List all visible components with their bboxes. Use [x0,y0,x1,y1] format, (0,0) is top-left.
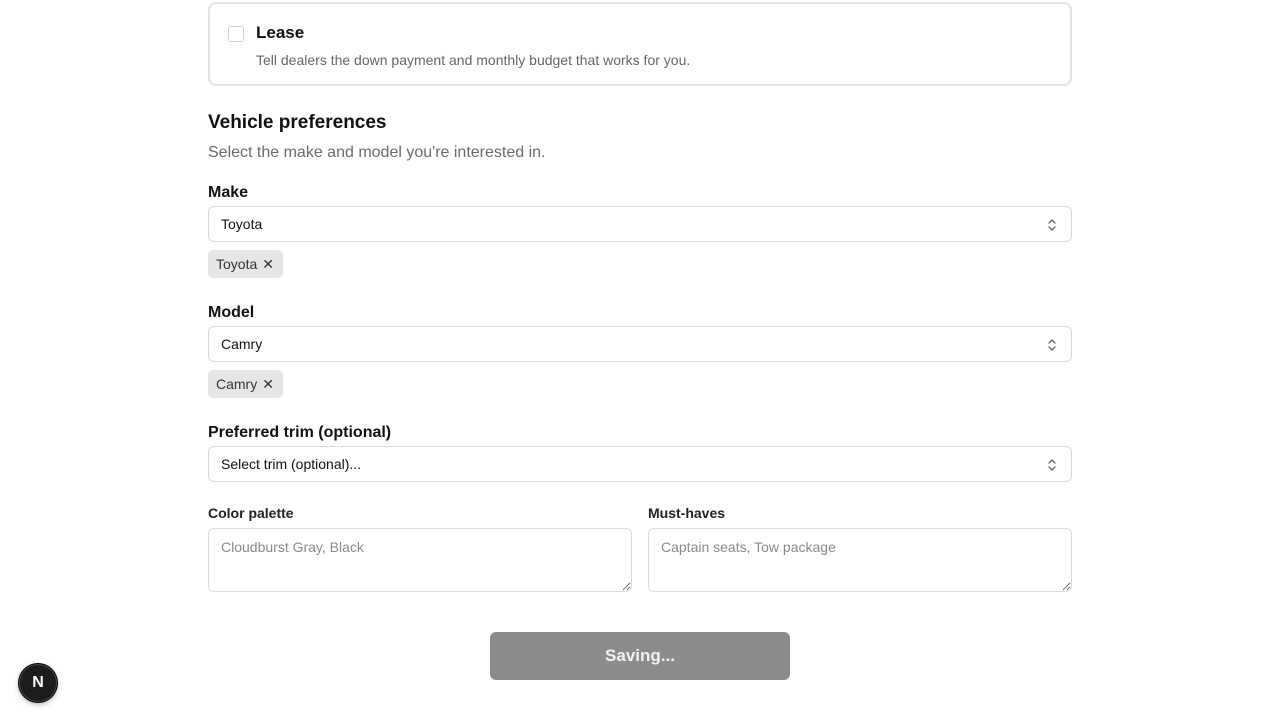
must-haves-label: Must-haves [648,505,726,521]
model-chip: Camry ✕ [208,370,283,398]
lease-option-card[interactable]: Lease Tell dealers the down payment and … [208,2,1072,86]
trim-select-value: Select trim (optional)... [221,456,362,472]
make-select-value: Toyota [221,216,263,232]
must-haves-field[interactable] [648,528,1072,592]
make-label: Make [208,184,249,201]
trim-select[interactable]: Select trim (optional)... [208,446,1072,482]
color-palette-label: Color palette [208,505,294,521]
make-chip: Toyota ✕ [208,250,283,278]
nextjs-dev-badge[interactable]: N [19,664,57,702]
model-chip-label: Camry [216,376,258,392]
model-select[interactable]: Camry [208,326,1072,362]
section-title: Vehicle preferences [208,112,387,133]
lease-checkbox[interactable] [228,26,244,42]
model-select-value: Camry [221,336,263,352]
model-label: Model [208,304,255,321]
section-subtitle: Select the make and model you're interes… [208,144,546,161]
save-button[interactable]: Saving... [490,632,790,680]
make-chip-label: Toyota [216,256,258,272]
close-icon[interactable]: ✕ [262,377,274,391]
chevron-up-down-icon [1048,339,1056,351]
lease-description: Tell dealers the down payment and monthl… [256,52,691,68]
color-palette-field[interactable] [208,528,632,592]
trim-label: Preferred trim (optional) [208,424,392,441]
make-select[interactable]: Toyota [208,206,1072,242]
close-icon[interactable]: ✕ [262,257,274,271]
chevron-up-down-icon [1048,459,1056,471]
lease-title: Lease [256,23,305,42]
chevron-up-down-icon [1048,219,1056,231]
